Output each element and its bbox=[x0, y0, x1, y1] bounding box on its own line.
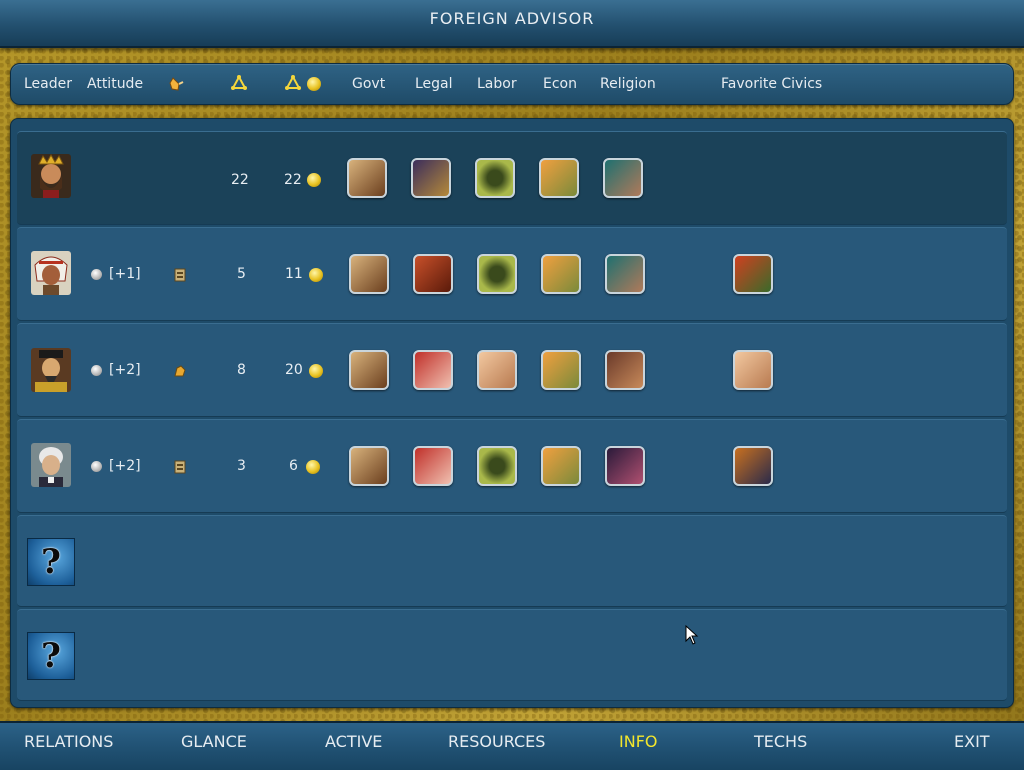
gold-coin-icon bbox=[309, 364, 323, 378]
trade-agreement-icon bbox=[174, 365, 186, 377]
vassalage-civic-icon[interactable] bbox=[411, 158, 451, 198]
question-mark: ? bbox=[41, 542, 61, 582]
leader-row[interactable]: [+1] 5 11 bbox=[17, 227, 1007, 321]
gold-coin-icon bbox=[309, 268, 323, 282]
free-speech-favorite-civic-icon[interactable] bbox=[733, 446, 773, 486]
slavery-civic-icon[interactable] bbox=[477, 254, 517, 294]
decentralization-civic-icon[interactable] bbox=[541, 350, 581, 390]
slavery-civic-icon[interactable] bbox=[475, 158, 515, 198]
attitude-smiley-icon bbox=[91, 461, 102, 472]
nav-techs-button[interactable]: TECHS bbox=[754, 732, 807, 751]
hereditary-rule-civic-icon[interactable] bbox=[347, 158, 387, 198]
trade-routes-icon[interactable] bbox=[229, 74, 249, 94]
king-crowned-leader-portrait[interactable] bbox=[31, 154, 71, 198]
header-attitude[interactable]: Attitude bbox=[87, 76, 143, 92]
header-econ[interactable]: Econ bbox=[543, 76, 577, 92]
unknown-leader-row: ? bbox=[17, 515, 1007, 607]
native-chief-leader-portrait[interactable] bbox=[31, 251, 71, 295]
decentralization-civic-icon[interactable] bbox=[541, 254, 581, 294]
unknown-leader-icon: ? bbox=[27, 538, 75, 586]
unknown-leader-row: ? bbox=[17, 609, 1007, 701]
attitude-modifier: [+2] bbox=[109, 458, 141, 474]
paganism-civic-icon[interactable] bbox=[603, 158, 643, 198]
nav-exit-button[interactable]: EXIT bbox=[954, 732, 990, 751]
leaders-panel: 22 22 [+1] 5 11 [+2] 8 20 [+2] 3 6 ? ? bbox=[10, 118, 1014, 708]
leader-row[interactable]: [+2] 8 20 bbox=[17, 323, 1007, 417]
bureaucracy-civic-icon[interactable] bbox=[413, 254, 453, 294]
caste-system-favorite-civic-icon[interactable] bbox=[733, 350, 773, 390]
leader-row[interactable]: [+2] 3 6 bbox=[17, 419, 1007, 513]
header-favorite-civics[interactable]: Favorite Civics bbox=[721, 76, 822, 92]
open-borders-icon bbox=[174, 268, 186, 282]
question-mark: ? bbox=[41, 636, 61, 676]
trade-value: 8 bbox=[237, 362, 246, 378]
nav-resources-button[interactable]: RESOURCES bbox=[448, 732, 545, 751]
attitude-modifier: [+2] bbox=[109, 362, 141, 378]
colonial-statesman-leader-portrait[interactable] bbox=[31, 443, 71, 487]
leader-row[interactable]: 22 22 bbox=[17, 131, 1007, 225]
decentralization-civic-icon[interactable] bbox=[539, 158, 579, 198]
hereditary-rule-civic-icon[interactable] bbox=[349, 446, 389, 486]
caste-system-civic-icon[interactable] bbox=[477, 350, 517, 390]
attitude-smiley-icon bbox=[91, 365, 102, 376]
screen-title: FOREIGN ADVISOR bbox=[429, 9, 595, 28]
trade-gesture-icon[interactable] bbox=[167, 74, 187, 94]
attitude-smiley-icon bbox=[91, 269, 102, 280]
header-labor[interactable]: Labor bbox=[477, 76, 517, 92]
unknown-leader-icon: ? bbox=[27, 632, 75, 680]
column-header-bar: Leader Attitude Govt Legal Labor Econ Re… bbox=[10, 63, 1014, 105]
mouse-cursor-icon bbox=[685, 625, 699, 645]
organized-religion-civic-icon[interactable] bbox=[605, 446, 645, 486]
theocracy-civic-icon[interactable] bbox=[605, 350, 645, 390]
trade-value: 3 bbox=[237, 458, 246, 474]
nav-relations-button[interactable]: RELATIONS bbox=[24, 732, 113, 751]
trade-gold-value: 11 bbox=[285, 266, 303, 282]
header-leader[interactable]: Leader bbox=[24, 76, 72, 92]
trade-routes-icon[interactable] bbox=[283, 74, 303, 94]
nav-active-button[interactable]: ACTIVE bbox=[325, 732, 382, 751]
nav-info-button[interactable]: INFO bbox=[619, 732, 657, 751]
header-legal[interactable]: Legal bbox=[415, 76, 453, 92]
hereditary-rule-civic-icon[interactable] bbox=[349, 254, 389, 294]
police-state-favorite-civic-icon[interactable] bbox=[733, 254, 773, 294]
nationhood-civic-icon[interactable] bbox=[413, 446, 453, 486]
gold-coin-icon bbox=[307, 77, 321, 91]
trade-value: 22 bbox=[231, 172, 249, 188]
hereditary-rule-civic-icon[interactable] bbox=[349, 350, 389, 390]
nav-glance-button[interactable]: GLANCE bbox=[181, 732, 247, 751]
trade-value: 5 bbox=[237, 266, 246, 282]
title-bar: FOREIGN ADVISOR bbox=[0, 0, 1024, 48]
header-govt[interactable]: Govt bbox=[352, 76, 385, 92]
gold-coin-icon bbox=[307, 173, 321, 187]
header-religion[interactable]: Religion bbox=[600, 76, 656, 92]
nationhood-civic-icon[interactable] bbox=[413, 350, 453, 390]
decentralization-civic-icon[interactable] bbox=[541, 446, 581, 486]
bottom-nav-bar: RELATIONS GLANCE ACTIVE RESOURCES INFO T… bbox=[0, 721, 1024, 770]
open-borders-icon bbox=[174, 460, 186, 474]
eastern-emperor-leader-portrait[interactable] bbox=[31, 348, 71, 392]
trade-gold-value: 20 bbox=[285, 362, 303, 378]
paganism-civic-icon[interactable] bbox=[605, 254, 645, 294]
gold-coin-icon bbox=[306, 460, 320, 474]
trade-gold-value: 22 bbox=[284, 172, 302, 188]
slavery-civic-icon[interactable] bbox=[477, 446, 517, 486]
trade-gold-value: 6 bbox=[289, 458, 298, 474]
attitude-modifier: [+1] bbox=[109, 266, 141, 282]
